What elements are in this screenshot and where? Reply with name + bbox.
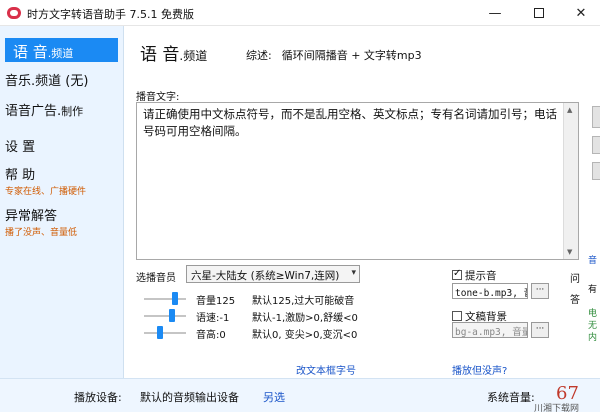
speed-label: 语速:-1 [196, 313, 230, 324]
clipped-text: 有 [588, 285, 598, 295]
summary-label: 综述: [246, 49, 272, 62]
no-sound-link[interactable]: 播放但没声? [452, 362, 507, 377]
speed-slider-row: 语速:-1 默认-1,激励>0,舒缓<0 [140, 309, 380, 324]
pitch-hint: 默认0, 变尖>0,变沉<0 [252, 330, 358, 341]
pitch-track[interactable] [144, 332, 186, 334]
title-bar: 时方文字转语音助手 7.5.1 免费版 — ✕ [0, 0, 600, 26]
volume-slider-row: 音量125 默认125,过大可能破音 [140, 292, 380, 307]
clipped-button[interactable] [592, 136, 600, 154]
sidebar-item-sub: 专家在线、广播硬件 [5, 187, 87, 197]
sidebar-item-music-channel[interactable]: 音乐.频道 (无) [5, 70, 117, 89]
background-browse-button[interactable]: ··· [531, 322, 549, 338]
voice-selected: 六星-大陆女 (系统≥Win7,连网) [191, 270, 340, 282]
text-scrollbar[interactable]: ▲ ▼ [563, 103, 578, 259]
sidebar-item-label: 语音广告. [5, 104, 62, 119]
sidebar: 语 音.频道 音乐.频道 (无) 语音广告.制作 设 置 帮 助 专家在线、广播… [0, 26, 124, 378]
maximize-button[interactable] [518, 0, 560, 26]
sidebar-item-label: 音乐.频道 (无) [5, 74, 89, 89]
system-volume-label: 系统音量: [487, 391, 535, 404]
sidebar-active-suffix: .频道 [47, 47, 74, 60]
sidebar-item-voice-channel[interactable]: 语 音.频道 [5, 38, 118, 62]
checkbox-checked-icon[interactable] [452, 268, 462, 280]
scroll-up-icon[interactable]: ▲ [567, 106, 572, 114]
sidebar-active-main: 语 音 [13, 43, 48, 61]
prompt-tone-checkbox[interactable]: 提示音 [452, 268, 497, 283]
speed-hint: 默认-1,激励>0,舒缓<0 [252, 313, 358, 324]
device-value: 默认的音频输出设备 [140, 391, 239, 404]
font-size-link[interactable]: 改文本框字号 [296, 362, 356, 377]
volume-hint: 默认125,过大可能破音 [252, 296, 355, 307]
chevron-down-icon: ▾ [351, 268, 356, 278]
sidebar-item-label: 帮 助 [5, 168, 36, 183]
prompt-tone-file-input[interactable]: tone-b.mp3, 音 [452, 283, 528, 299]
clipped-text: 音 [588, 256, 598, 266]
app-logo-icon [7, 7, 21, 19]
summary-value: 循环间隔播音 + 文字转mp3 [281, 49, 422, 62]
watermark-text: 川湘下载网 [534, 404, 580, 412]
broadcast-text-content: 请正确使用中文标点符号，而不是乱用空格、英文标点；专有名词请加引号；电话号码可用… [143, 107, 557, 138]
clipped-text: 内 [588, 333, 598, 343]
checkbox-unchecked-icon[interactable] [452, 311, 462, 321]
sidebar-item-label: 异常解答 [5, 209, 58, 224]
broadcast-text-input[interactable]: 请正确使用中文标点符号，而不是乱用空格、英文标点；专有名词请加引号；电话号码可用… [136, 102, 579, 260]
close-button[interactable]: ✕ [560, 0, 600, 26]
voice-select[interactable]: 六星-大陆女 (系统≥Win7,连网) ▾ [186, 265, 360, 283]
clipped-button[interactable] [592, 162, 600, 180]
volume-thumb[interactable] [172, 292, 178, 305]
summary: 综述: 循环间隔播音 + 文字转mp3 [246, 47, 422, 63]
scroll-down-icon[interactable]: ▼ [567, 248, 572, 256]
pitch-label: 音高:0 [196, 330, 226, 341]
sidebar-item-sub: 播了没声、音量低 [5, 228, 78, 238]
pitch-slider-row: 音高:0 默认0, 变尖>0,变沉<0 [140, 326, 380, 341]
qa-label-da: 答 [570, 295, 580, 306]
page-title-main: 语 音 [140, 45, 180, 65]
minimize-button[interactable]: — [474, 0, 516, 26]
choose-device-link[interactable]: 另选 [263, 389, 285, 405]
sidebar-item-troubleshoot[interactable]: 异常解答 播了没声、音量低 [5, 205, 117, 238]
window-title: 时方文字转语音助手 7.5.1 免费版 [27, 8, 194, 21]
page-title-suffix: .频道 [179, 49, 208, 63]
prompt-tone-label: 提示音 [465, 270, 497, 282]
volume-track[interactable] [144, 298, 186, 300]
clipped-button[interactable] [592, 106, 600, 128]
speed-track[interactable] [144, 315, 186, 317]
text-area-label: 播音文字: [136, 92, 180, 103]
sidebar-item-help[interactable]: 帮 助 专家在线、广播硬件 [5, 164, 117, 197]
qa-label-wen: 问 [570, 274, 580, 285]
volume-label: 音量125 [196, 296, 236, 307]
background-file-input[interactable]: bg-a.mp3, 音量 [452, 322, 528, 338]
sidebar-item-suffix: 制作 [61, 105, 84, 118]
pitch-thumb[interactable] [157, 326, 163, 339]
device-label: 播放设备: [74, 391, 122, 404]
maximize-icon [534, 8, 544, 18]
sidebar-item-label: 设 置 [5, 140, 36, 155]
page-title: 语 音.频道 [140, 40, 207, 65]
sidebar-item-settings[interactable]: 设 置 [5, 136, 117, 155]
voice-label: 选播音员 [136, 273, 176, 284]
sidebar-item-voice-ad[interactable]: 语音广告.制作 [5, 100, 117, 119]
status-bar: 播放设备: 默认的音频输出设备 另选 系统音量: 67 川湘下载网 [0, 378, 600, 412]
prompt-tone-browse-button[interactable]: ··· [531, 283, 549, 299]
speed-thumb[interactable] [169, 309, 175, 322]
